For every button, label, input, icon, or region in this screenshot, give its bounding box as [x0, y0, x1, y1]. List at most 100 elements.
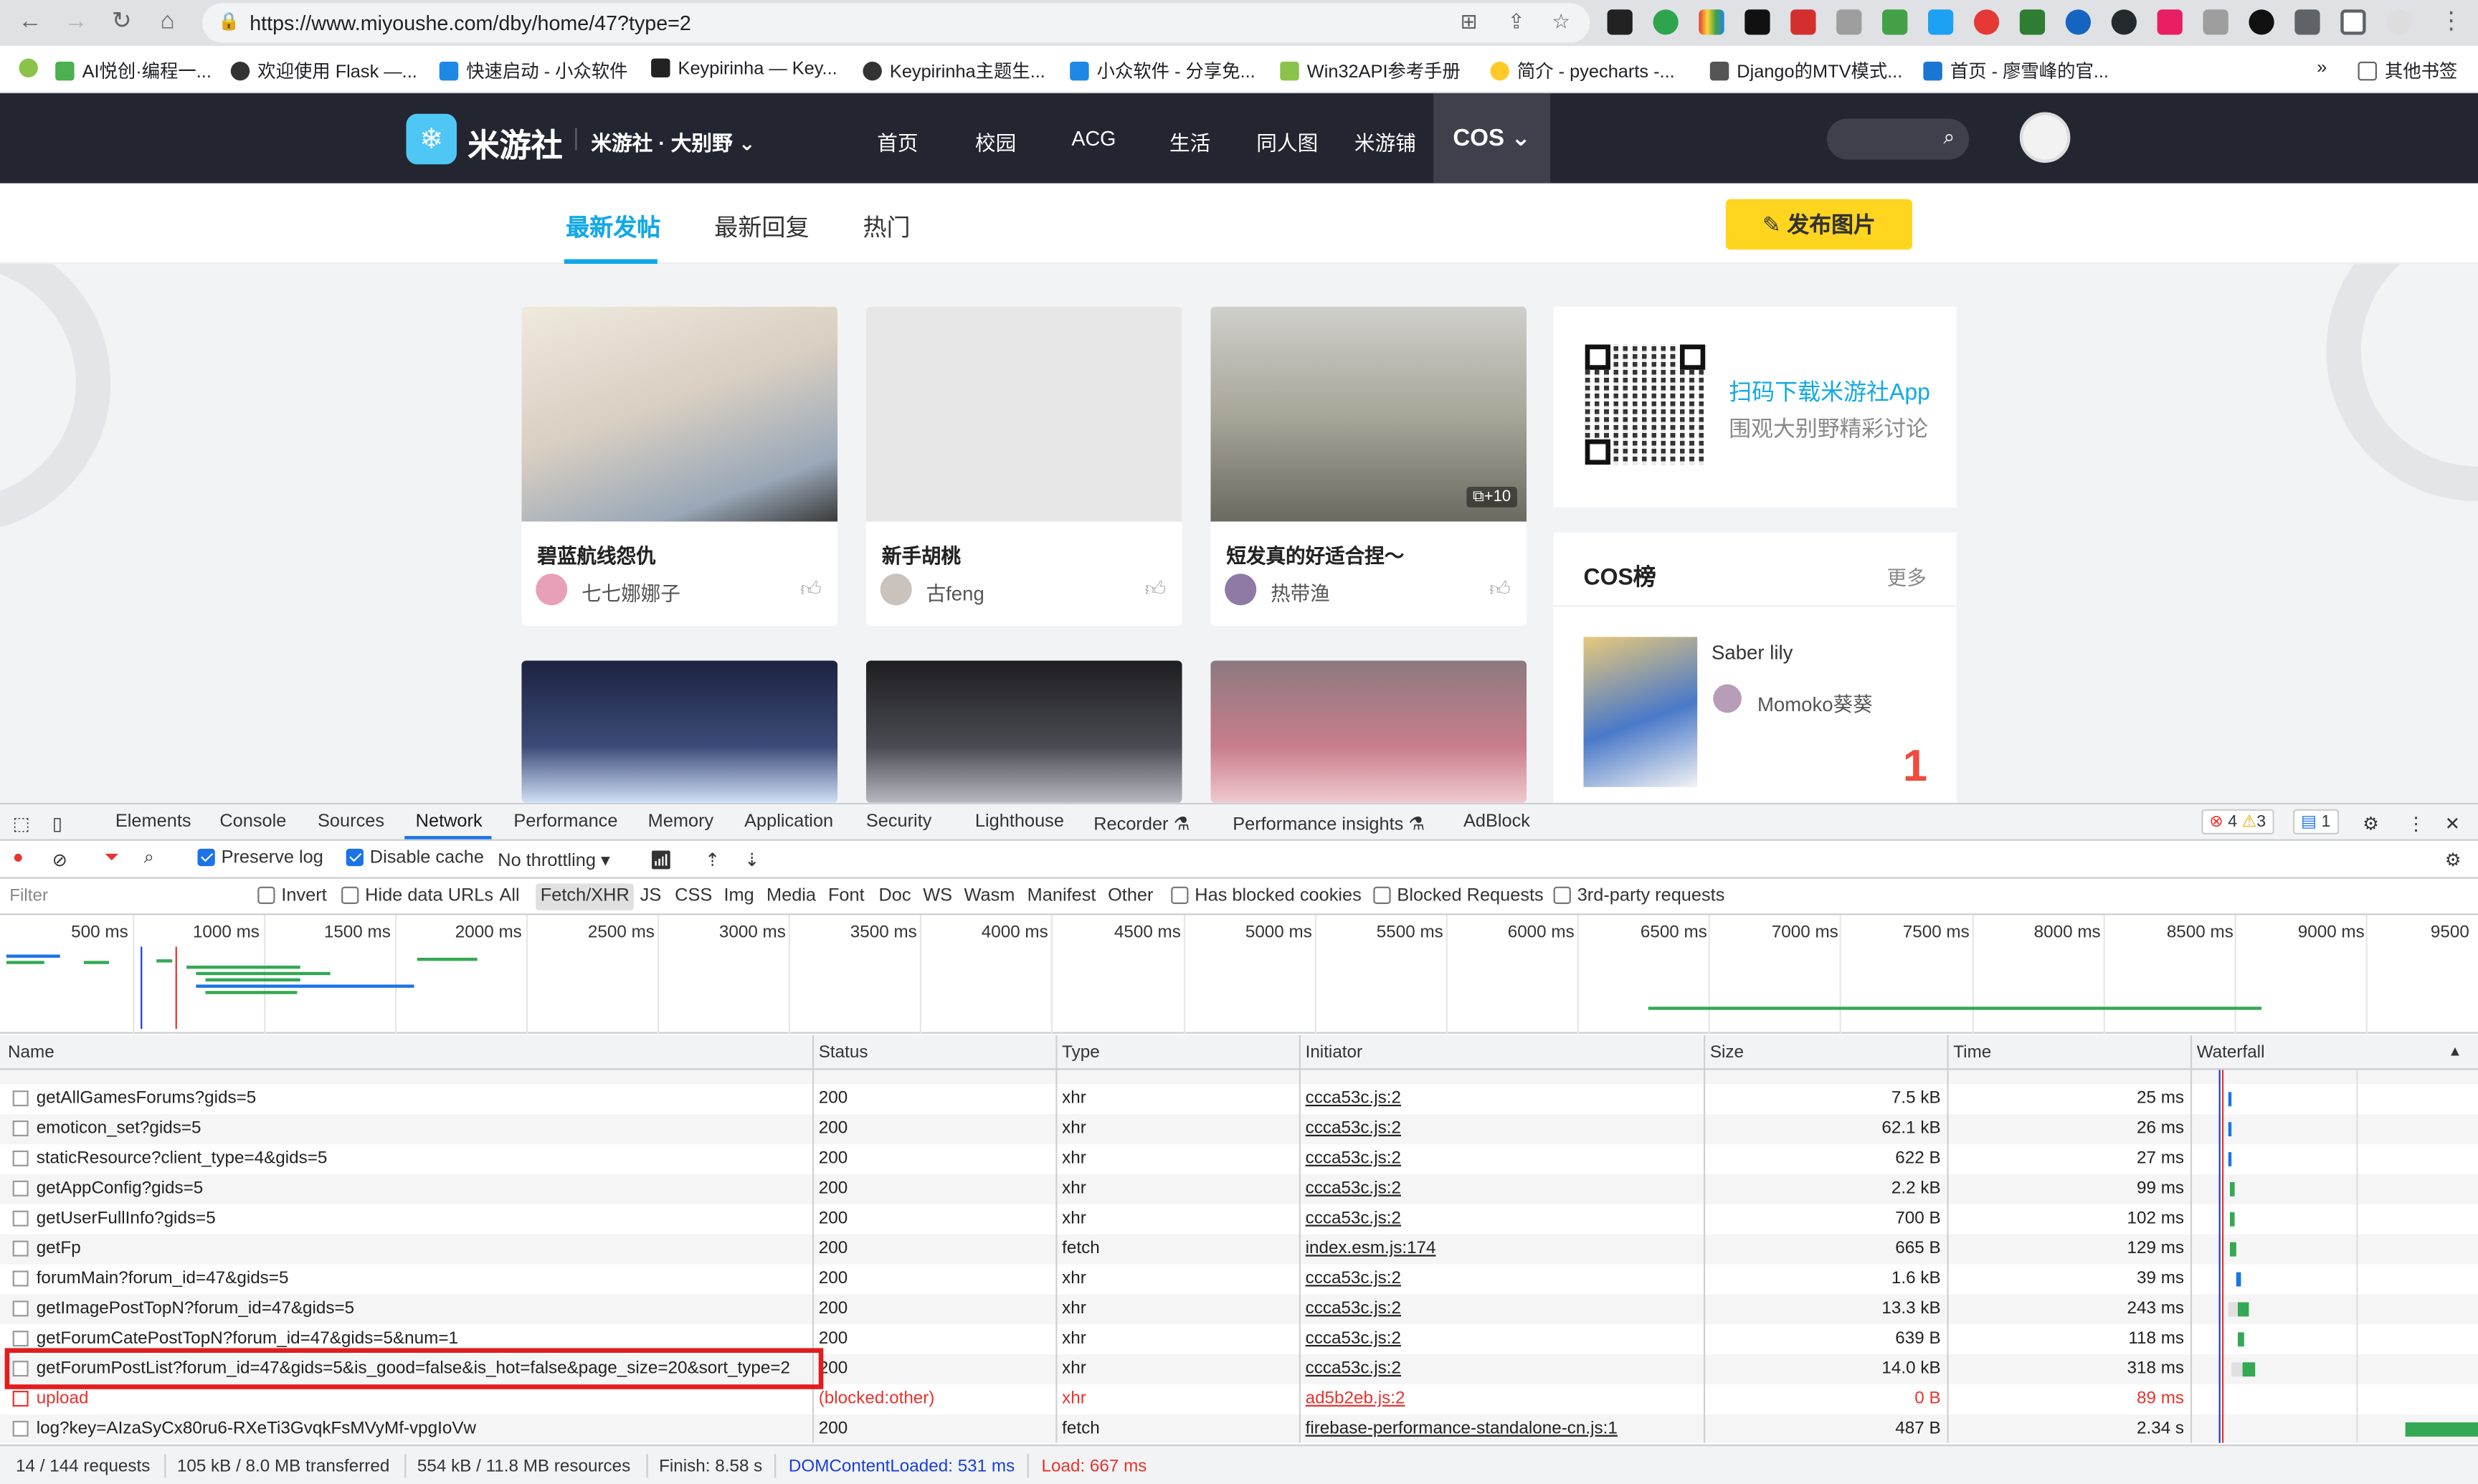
back-icon[interactable]: ← — [14, 6, 46, 38]
column-header-name[interactable]: Name — [8, 1043, 54, 1062]
tab-memory[interactable]: Memory — [648, 812, 714, 831]
column-divider[interactable] — [2190, 1034, 2193, 1443]
post-card[interactable]: 新手胡桃 古feng 👍︎ — [865, 306, 1182, 626]
filter-type-font[interactable]: Font — [828, 887, 865, 905]
nav-home[interactable]: 首页 — [877, 126, 918, 156]
puzzle-icon[interactable] — [2294, 9, 2320, 35]
rank-item-name[interactable]: Saber lily — [1712, 642, 1793, 664]
column-header-size[interactable]: Size — [1710, 1043, 1744, 1062]
forum-selector[interactable]: 米游社 · 大别野 ⌄ — [591, 126, 755, 156]
bookmark-item[interactable]: Keypirinha主题生... — [863, 59, 1045, 84]
site-logo-text[interactable]: 米游社 — [467, 120, 562, 166]
filter-type-fetch-xhr[interactable]: Fetch/XHR — [536, 883, 635, 910]
row-checkbox[interactable] — [12, 1300, 29, 1317]
filter-type-wasm[interactable]: Wasm — [964, 887, 1015, 905]
tab-security[interactable]: Security — [866, 812, 932, 831]
hide-data-urls-checkbox[interactable]: Hide data URLs — [341, 886, 493, 905]
nav-fanart[interactable]: 同人图 — [1256, 126, 1318, 156]
row-checkbox[interactable] — [12, 1180, 29, 1197]
sort-up-icon[interactable]: ▲ — [2448, 1043, 2462, 1059]
extension-icon[interactable] — [1882, 9, 1908, 35]
request-name[interactable]: forumMain?forum_id=47&gids=5 — [37, 1269, 289, 1288]
extension-icon[interactable] — [1928, 9, 1954, 35]
tab-latest-posts[interactable]: 最新发帖 — [566, 210, 660, 243]
network-conditions-icon[interactable]: 📶︎ — [650, 849, 673, 870]
table-row[interactable]: getImagePostTopN?forum_id=47&gids=5 200 … — [0, 1294, 2478, 1325]
column-header-type[interactable]: Type — [1062, 1043, 1100, 1062]
tab-elements[interactable]: Elements — [115, 812, 191, 831]
request-initiator[interactable]: ccca53c.js:2 — [1306, 1149, 1401, 1168]
filter-type-manifest[interactable]: Manifest — [1027, 887, 1096, 905]
record-icon[interactable]: ● — [13, 849, 24, 867]
table-row[interactable]: forumMain?forum_id=47&gids=5 200 xhr ccc… — [0, 1265, 2478, 1295]
network-overview-timeline[interactable]: 500 ms 1000 ms 1500 ms 2000 ms 2500 ms 3… — [0, 915, 2478, 1034]
filter-type-ws[interactable]: WS — [923, 887, 952, 905]
nav-shop[interactable]: 米游铺 — [1354, 126, 1416, 156]
request-name[interactable]: staticResource?client_type=4&gids=5 — [37, 1149, 328, 1168]
filter-type-doc[interactable]: Doc — [878, 887, 911, 905]
request-name[interactable]: upload — [37, 1389, 89, 1408]
nav-cos[interactable]: COS ⌄ — [1433, 93, 1551, 184]
post-image[interactable] — [865, 306, 1182, 522]
bookmark-item[interactable]: 欢迎使用 Flask —... — [230, 59, 417, 84]
inspect-element-icon[interactable]: ⬚ — [13, 812, 30, 834]
bookmark-item[interactable]: 快速启动 - 小众软件 — [439, 59, 628, 84]
column-header-waterfall[interactable]: Waterfall — [2197, 1043, 2265, 1062]
github-icon[interactable] — [2111, 9, 2137, 35]
site-logo-icon[interactable]: ❄ — [406, 113, 457, 165]
bookmark-icon[interactable] — [19, 58, 45, 80]
profile-avatar[interactable] — [2386, 9, 2412, 35]
column-divider[interactable] — [1299, 1034, 1301, 1443]
row-checkbox[interactable] — [12, 1210, 29, 1227]
translate-icon[interactable]: ⊞ — [1461, 9, 1478, 34]
row-checkbox[interactable] — [12, 1120, 29, 1137]
search-icon[interactable]: ⌕ — [1943, 125, 1955, 150]
third-party-checkbox[interactable]: 3rd-party requests — [1553, 886, 1724, 905]
devtools-menu-icon[interactable]: ⋮ — [2407, 812, 2425, 834]
row-checkbox[interactable] — [12, 1090, 29, 1107]
request-name[interactable]: getForumCatePostTopN?forum_id=47&gids=5&… — [37, 1329, 458, 1348]
request-name[interactable]: emoticon_set?gids=5 — [37, 1119, 201, 1138]
bookmark-star-icon[interactable]: ☆ — [1552, 9, 1570, 34]
device-toolbar-icon[interactable]: ▯ — [52, 812, 62, 834]
tab-recorder[interactable]: Recorder ⚗ — [1093, 812, 1190, 834]
table-row[interactable]: staticResource?client_type=4&gids=5 200 … — [0, 1144, 2478, 1174]
request-name[interactable]: getAllGamesForums?gids=5 — [37, 1089, 257, 1108]
throttling-select[interactable]: No throttling ▾ — [498, 849, 609, 870]
request-initiator[interactable]: ccca53c.js:2 — [1306, 1269, 1401, 1288]
extension-icon[interactable] — [1973, 9, 2000, 35]
request-initiator[interactable]: ad5b2eb.js:2 — [1306, 1389, 1405, 1408]
request-initiator[interactable]: ccca53c.js:2 — [1306, 1329, 1401, 1348]
column-header-status[interactable]: Status — [819, 1043, 868, 1062]
filter-icon[interactable]: ⏷ — [104, 849, 118, 870]
request-initiator[interactable]: index.esm.js:174 — [1306, 1239, 1436, 1257]
rank-item-author[interactable]: Momoko葵葵 — [1757, 688, 1873, 718]
like-icon[interactable]: 👍︎ — [800, 577, 822, 602]
home-icon[interactable]: ⌂ — [152, 6, 184, 38]
column-header-initiator[interactable]: Initiator — [1306, 1043, 1363, 1062]
filter-input[interactable]: Filter — [5, 883, 242, 910]
request-initiator[interactable]: ccca53c.js:2 — [1306, 1359, 1401, 1378]
post-card[interactable] — [521, 660, 838, 803]
bookmark-item[interactable]: 简介 - pyecharts -... — [1490, 59, 1675, 84]
table-row[interactable]: emoticon_set?gids=5 200 xhr ccca53c.js:2… — [0, 1114, 2478, 1145]
author-avatar[interactable] — [1225, 574, 1257, 606]
author-avatar[interactable] — [536, 574, 568, 606]
filter-type-img[interactable]: Img — [723, 887, 754, 905]
request-name[interactable]: getAppConfig?gids=5 — [37, 1179, 204, 1198]
post-title[interactable]: 新手胡桃 — [882, 539, 961, 569]
rank-more-link[interactable]: 更多 — [1887, 561, 1927, 591]
tab-performance-insights[interactable]: Performance insights ⚗ — [1233, 812, 1425, 834]
settings-gear-icon[interactable]: ⚙ — [2363, 812, 2379, 834]
like-icon[interactable]: 👍︎ — [1489, 577, 1511, 602]
blocked-requests-checkbox[interactable]: Blocked Requests — [1373, 886, 1544, 905]
preserve-log-checkbox[interactable]: Preserve log — [197, 848, 323, 867]
bookmark-item[interactable]: Win32API参考手册 — [1280, 59, 1461, 84]
row-checkbox[interactable] — [12, 1420, 29, 1437]
author-avatar[interactable] — [880, 574, 912, 606]
request-name[interactable]: getUserFullInfo?gids=5 — [37, 1209, 216, 1227]
tab-sources[interactable]: Sources — [318, 812, 384, 831]
bookmarks-overflow-icon[interactable]: » — [2317, 59, 2327, 77]
like-icon[interactable]: 👍︎ — [1145, 577, 1167, 602]
filter-type-css[interactable]: CSS — [675, 887, 712, 905]
